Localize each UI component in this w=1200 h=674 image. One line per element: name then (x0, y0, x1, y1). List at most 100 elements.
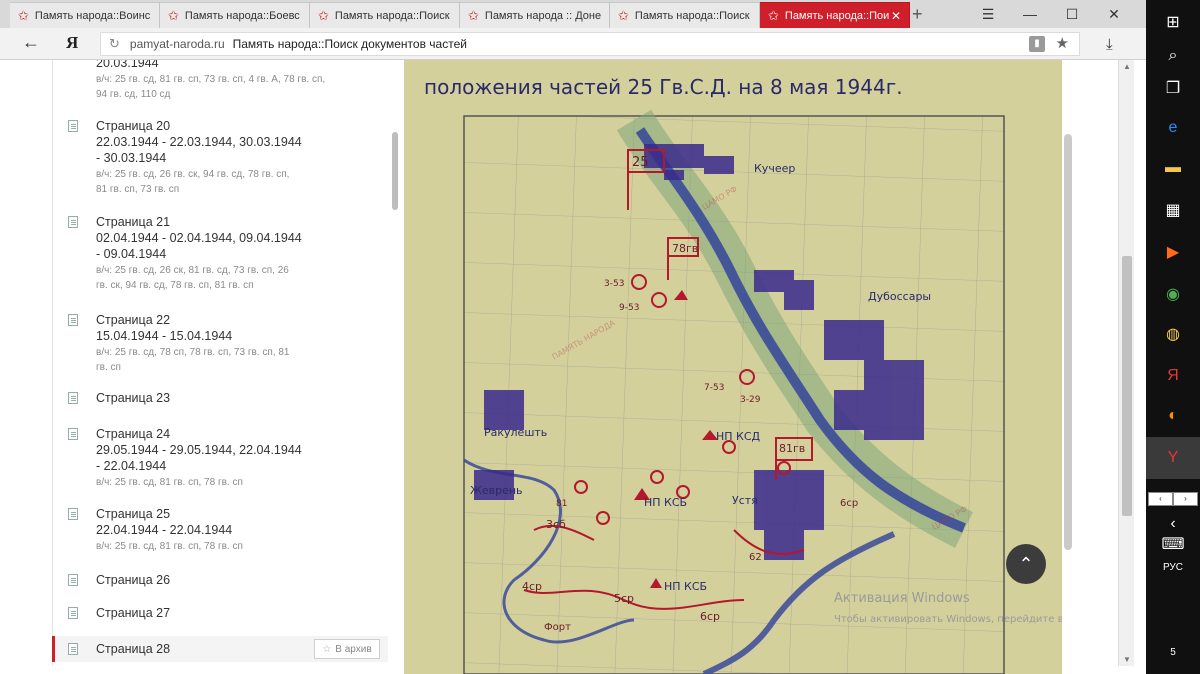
star-icon: ☆ (322, 643, 332, 655)
unit-62-label: 62 (749, 552, 762, 563)
download-button[interactable]: ⤓ (1106, 36, 1113, 53)
url-field[interactable]: ↻ pamyat-naroda.ru Память народа::Поиск … (100, 32, 1080, 56)
truncated-date: 20.03.1944 (96, 60, 159, 70)
document-icon (68, 314, 78, 326)
document-icon (68, 428, 78, 440)
star-icon: ✩ (168, 7, 179, 23)
list-item-page-25[interactable]: Страница 25 22.04.1944 - 22.04.1944 в/ч:… (68, 506, 368, 554)
reload-icon[interactable]: ↻ (109, 36, 120, 52)
tab-6-active[interactable]: ✩ Память народа::Пои ✕ (760, 2, 910, 28)
url-host: pamyat-naroda.ru (129, 37, 225, 51)
scroll-up-arrow[interactable]: ▲ (1123, 62, 1131, 71)
unit-81-label: 81 (556, 499, 567, 509)
truncated-units: в/ч: 25 гв. сд, 81 гв. сп, 73 гв. сп, 4 … (96, 74, 326, 100)
media-player-icon[interactable]: ▶ (1161, 240, 1185, 264)
tab-bar: ✩ Память народа::Воинс ✩ Память народа::Бо… (0, 0, 1146, 28)
unit-3sb-label: 3сб (546, 518, 566, 531)
list-item-page-21[interactable]: Страница 21 02.04.1944 - 02.04.1944, 09.… (68, 214, 368, 293)
document-icon (68, 216, 78, 228)
star-icon: ✩ (18, 7, 29, 23)
close-tab-icon[interactable]: ✕ (891, 9, 901, 23)
search-icon[interactable]: ⌕ (1161, 44, 1185, 68)
np-ksb-label-2: НП КСБ (664, 580, 707, 593)
url-page-title: Память народа::Поиск документов частей (232, 37, 467, 51)
bookmark-star-icon[interactable]: ★ (1056, 34, 1069, 52)
list-item-page-20[interactable]: Страница 20 22.03.1944 - 22.03.1944, 30.… (68, 118, 368, 197)
pages-list: 20.03.1944 в/ч: 25 гв. сд, 81 гв. сп, 73… (52, 60, 398, 666)
active-indicator (52, 636, 55, 662)
firefox-icon[interactable]: ◐ (1161, 404, 1185, 428)
map-scrollbar[interactable] (1064, 134, 1072, 550)
notification-icon[interactable]: 5 (1161, 640, 1185, 664)
document-icon (68, 574, 78, 586)
np-ksb-label-1: НП КСБ (644, 496, 687, 509)
ustya-label: Устя (732, 494, 758, 507)
divider (52, 60, 53, 666)
star-icon: ✩ (318, 7, 329, 23)
tab-1[interactable]: ✩ Память народа::Воинс (10, 2, 160, 28)
to-archive-button[interactable]: ☆ В архив (314, 639, 380, 659)
document-map-image[interactable]: положения частей 25 Гв.С.Д. на 8 мая 194… (404, 60, 1062, 674)
windows-taskbar: ⊞ ⌕ ❐ e ▬ ▦ ▶ ◉ ◍ Я ◐ Y ‹ ⌨ РУС 5 (1146, 0, 1200, 674)
tab-3[interactable]: ✩ Память народа::Поиск (310, 2, 460, 28)
kucheer-label: Кучеер (754, 162, 795, 175)
document-icon (68, 508, 78, 520)
explorer-icon[interactable]: ▬ (1161, 156, 1185, 180)
list-item-page-26[interactable]: Страница 26 (68, 572, 368, 588)
unit-4sr-label: 4ср (522, 580, 542, 593)
keyboard-icon[interactable]: ⌨ (1161, 532, 1185, 556)
list-item-page-23[interactable]: Страница 23 (68, 390, 368, 406)
flag-25-label: 25 (632, 155, 649, 170)
close-window-button[interactable]: ✕ (1094, 2, 1134, 26)
fort-label: Форт (544, 622, 571, 633)
star-icon: ✩ (618, 7, 629, 23)
tab-5[interactable]: ✩ Память народа::Поиск (610, 2, 760, 28)
flag-81-label: 81гв (779, 442, 805, 455)
map-drawing: положения частей 25 Гв.С.Д. на 8 мая 194… (404, 60, 1062, 674)
list-item-page-22[interactable]: Страница 22 15.04.1944 - 15.04.1944 в/ч:… (68, 312, 368, 375)
flag-78-label: 78гв (672, 242, 698, 255)
browser-icon[interactable]: ◍ (1161, 322, 1185, 346)
edge-icon[interactable]: e (1161, 116, 1185, 140)
yandex-browser-icon[interactable]: Y (1161, 446, 1185, 470)
np-ksd-label: НП КСД (716, 430, 761, 443)
unit-7-53-label: 7-53 (704, 383, 724, 393)
maximize-button[interactable]: ☐ (1052, 2, 1092, 26)
tab-2[interactable]: ✩ Память народа::Боевс (160, 2, 310, 28)
scrollbar-thumb[interactable] (1122, 256, 1132, 516)
windows-activation-subtitle: Чтобы активировать Windows, перейдите в … (834, 614, 1062, 625)
tab-4[interactable]: ✩ Память народа :: Доне (460, 2, 610, 28)
yandex-icon[interactable]: Я (1161, 364, 1185, 388)
new-tab-button[interactable]: + (912, 4, 923, 25)
document-icon (68, 607, 78, 619)
back-button[interactable]: ← (22, 32, 40, 53)
scroll-to-top-button[interactable]: ⌃ (1006, 544, 1046, 584)
document-icon (68, 643, 78, 655)
rakuleshty-label: Ракулешть (484, 426, 547, 439)
list-item-page-28-active[interactable]: Страница 28 ☆ В архив (52, 636, 388, 662)
unit-3-29-label: 3-29 (740, 395, 761, 405)
minimize-button[interactable]: — (1010, 2, 1050, 26)
tray-button-right[interactable]: › (1173, 492, 1198, 506)
tray-button-left[interactable]: ‹ (1148, 492, 1173, 506)
task-view-icon[interactable]: ❐ (1161, 76, 1185, 100)
list-item-page-24[interactable]: Страница 24 29.05.1944 - 29.05.1944, 22.… (68, 426, 368, 490)
menu-button[interactable]: ☰ (968, 2, 1008, 26)
windows-activation-title: Активация Windows (834, 591, 970, 606)
document-icon (68, 120, 78, 132)
zhevren-label: Жеврень (470, 484, 523, 497)
lock-icon[interactable]: ▮ (1029, 36, 1045, 52)
chrome-icon[interactable]: ◉ (1161, 282, 1185, 306)
yandex-logo[interactable]: Я (66, 33, 78, 53)
language-indicator[interactable]: РУС (1146, 562, 1200, 573)
store-icon[interactable]: ▦ (1161, 198, 1185, 222)
list-item-page-27[interactable]: Страница 27 (68, 605, 368, 621)
map-title: положения частей 25 Гв.С.Д. на 8 мая 194… (424, 75, 903, 99)
star-icon: ✩ (768, 7, 779, 23)
scroll-down-arrow[interactable]: ▼ (1123, 655, 1131, 664)
unit-5sr-label: 5ср (614, 592, 634, 605)
list-scrollbar[interactable] (392, 132, 398, 210)
star-icon: ✩ (468, 7, 479, 23)
page-scrollbar[interactable]: ▲ ▼ (1118, 60, 1134, 666)
windows-start-icon[interactable]: ⊞ (1161, 10, 1185, 34)
